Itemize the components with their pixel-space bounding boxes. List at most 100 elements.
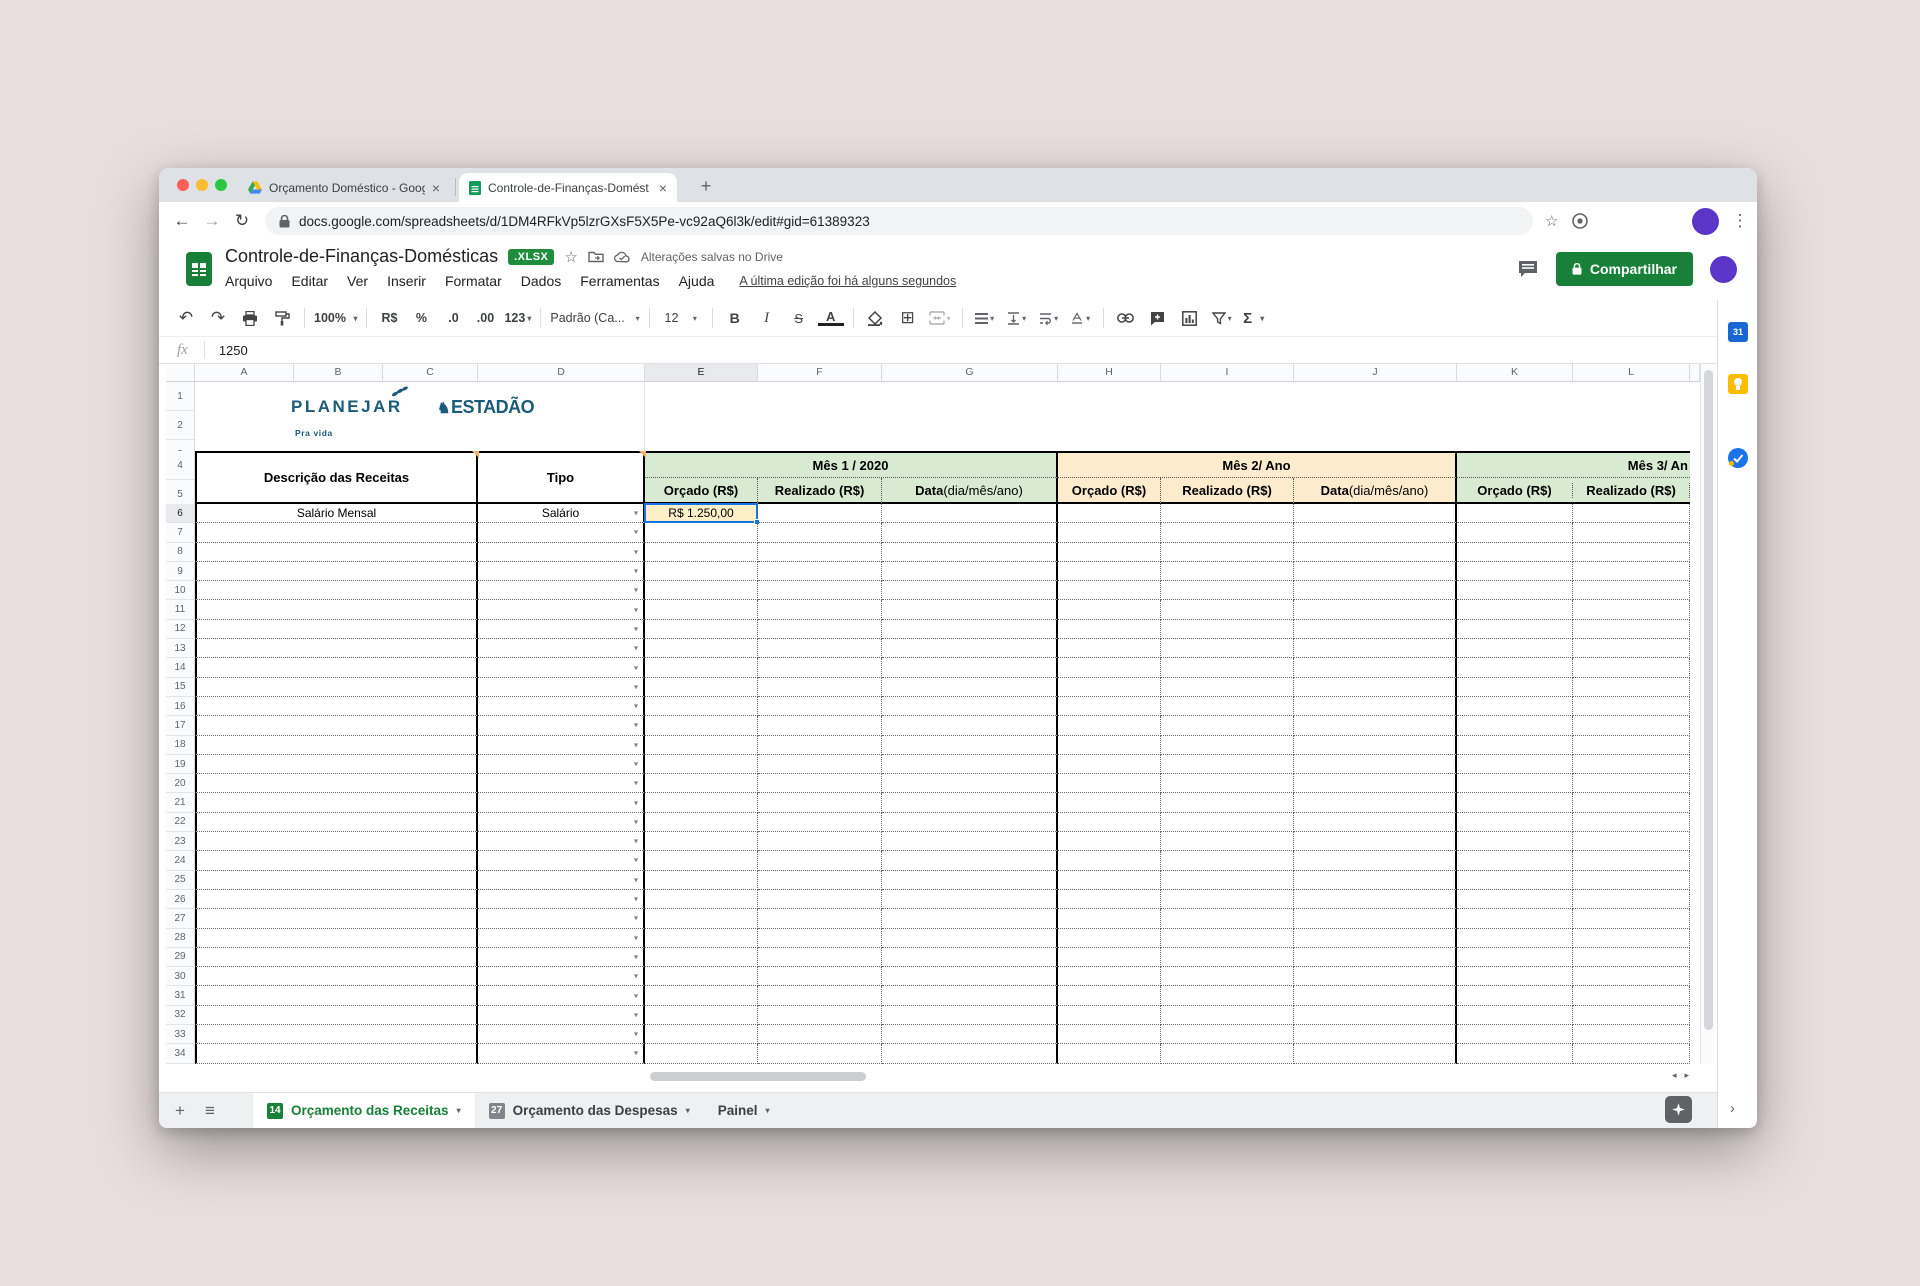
cell-tipo[interactable]: ▾ <box>478 523 645 543</box>
cell-tipo[interactable]: ▾ <box>478 600 645 620</box>
cell-desc[interactable] <box>195 600 478 620</box>
cell[interactable] <box>645 986 758 1006</box>
cell[interactable] <box>1573 928 1690 948</box>
cell[interactable] <box>1058 967 1161 987</box>
cell[interactable] <box>882 754 1058 775</box>
cell[interactable] <box>758 909 882 929</box>
col-header-F[interactable]: F <box>758 364 882 382</box>
minimize-window-button[interactable] <box>196 179 208 191</box>
cell[interactable] <box>1294 1025 1457 1045</box>
cell[interactable] <box>645 639 758 659</box>
cell[interactable] <box>1294 696 1457 717</box>
col-header-A[interactable]: A <box>195 364 294 382</box>
cell[interactable] <box>1161 812 1294 833</box>
scroll-left-icon[interactable]: ◂ <box>1672 1070 1685 1080</box>
cell-desc[interactable] <box>195 658 478 678</box>
dropdown-icon[interactable]: ▾ <box>634 895 638 904</box>
cell[interactable] <box>1294 1044 1457 1064</box>
cell-tipo[interactable]: ▾ <box>478 658 645 678</box>
cell[interactable] <box>1457 774 1573 794</box>
cell[interactable] <box>758 1005 882 1026</box>
cell-desc[interactable] <box>195 909 478 929</box>
dropdown-icon[interactable]: ▾ <box>634 547 638 556</box>
cell[interactable] <box>1058 793 1161 813</box>
dropdown-icon[interactable]: ▾ <box>634 663 638 672</box>
row-header[interactable]: 12 <box>166 619 195 640</box>
text-wrap-icon[interactable]: ▾ <box>1036 312 1062 325</box>
cell[interactable] <box>1058 542 1161 562</box>
reload-button[interactable]: ↻ <box>227 211 257 231</box>
maximize-window-button[interactable] <box>215 179 227 191</box>
cell[interactable] <box>882 735 1058 755</box>
cell[interactable] <box>1294 542 1457 562</box>
cell[interactable] <box>1573 909 1690 929</box>
cell[interactable] <box>1161 774 1294 794</box>
row-header[interactable]: 26 <box>166 889 195 910</box>
cell[interactable] <box>1573 1005 1690 1026</box>
back-button[interactable]: ← <box>167 211 197 231</box>
redo-icon[interactable]: ↷ <box>205 308 231 328</box>
cell[interactable] <box>882 523 1058 543</box>
cell[interactable] <box>1457 967 1573 987</box>
cell-desc[interactable] <box>195 542 478 562</box>
row-header[interactable]: 22 <box>166 812 195 833</box>
undo-icon[interactable]: ↶ <box>173 308 199 328</box>
col-header-B[interactable]: B <box>294 364 383 382</box>
cell-E5[interactable]: Orçado (R$) <box>645 478 758 504</box>
row-header[interactable]: 13 <box>166 639 195 659</box>
cell[interactable] <box>758 677 882 697</box>
account-avatar[interactable] <box>1710 255 1737 283</box>
cell[interactable] <box>758 716 882 736</box>
cell[interactable] <box>1294 677 1457 697</box>
cell-desc[interactable] <box>195 986 478 1006</box>
dropdown-icon[interactable]: ▾ <box>634 1010 638 1019</box>
cell[interactable] <box>1161 909 1294 929</box>
col-header-H[interactable]: H <box>1058 364 1161 382</box>
col-header-K[interactable]: K <box>1457 364 1573 382</box>
close-window-button[interactable] <box>177 179 189 191</box>
cell-I5[interactable]: Realizado (R$) <box>1161 478 1294 504</box>
cell-tipo[interactable]: ▾ <box>478 909 645 929</box>
dropdown-icon[interactable]: ▾ <box>634 1049 638 1058</box>
cell[interactable] <box>1161 600 1294 620</box>
share-button[interactable]: Compartilhar <box>1555 252 1693 286</box>
cell-tipo[interactable]: ▾ <box>478 542 645 562</box>
col-header-J[interactable]: J <box>1294 364 1457 382</box>
cell[interactable] <box>1457 523 1573 543</box>
cell[interactable] <box>1161 1005 1294 1026</box>
move-folder-icon[interactable] <box>588 250 604 263</box>
dropdown-icon[interactable]: ▾ <box>634 991 638 1000</box>
row-header[interactable]: 9 <box>166 561 195 582</box>
cell[interactable] <box>1457 947 1573 968</box>
cell[interactable] <box>1161 677 1294 697</box>
close-tab-icon[interactable]: × <box>659 180 667 196</box>
cell[interactable] <box>1573 1044 1690 1064</box>
cell[interactable] <box>1294 523 1457 543</box>
cell-desc[interactable] <box>195 832 478 852</box>
cell-tipo[interactable]: ▾ <box>478 696 645 717</box>
dropdown-icon[interactable]: ▾ <box>634 760 638 769</box>
cell[interactable] <box>882 696 1058 717</box>
cell[interactable] <box>1573 561 1690 582</box>
cell[interactable] <box>882 774 1058 794</box>
select-all-corner[interactable] <box>166 364 195 382</box>
cell[interactable] <box>758 870 882 890</box>
cell-desc[interactable] <box>195 523 478 543</box>
cell[interactable] <box>1457 909 1573 929</box>
cell[interactable] <box>1058 812 1161 833</box>
strikethrough-button[interactable]: S <box>786 311 812 326</box>
cell[interactable] <box>882 947 1058 968</box>
cell[interactable] <box>758 754 882 775</box>
explore-button[interactable] <box>1665 1096 1692 1123</box>
logo-merged-cell[interactable]: PLANEJAR Pra vida ♞ ESTADÃO <box>195 382 645 451</box>
cell-D6-tipo[interactable]: Salário ▾ <box>478 504 645 524</box>
row-header[interactable]: 7 <box>166 523 195 543</box>
cell[interactable] <box>1058 889 1161 910</box>
sheet-menu-icon[interactable]: ▾ <box>765 1106 769 1115</box>
col-header-L[interactable]: L <box>1573 364 1690 382</box>
cell[interactable] <box>1161 523 1294 543</box>
cell[interactable] <box>1573 986 1690 1006</box>
cell[interactable] <box>1294 639 1457 659</box>
cell[interactable] <box>1294 967 1457 987</box>
horizontal-scrollbar-thumb[interactable] <box>650 1072 866 1081</box>
